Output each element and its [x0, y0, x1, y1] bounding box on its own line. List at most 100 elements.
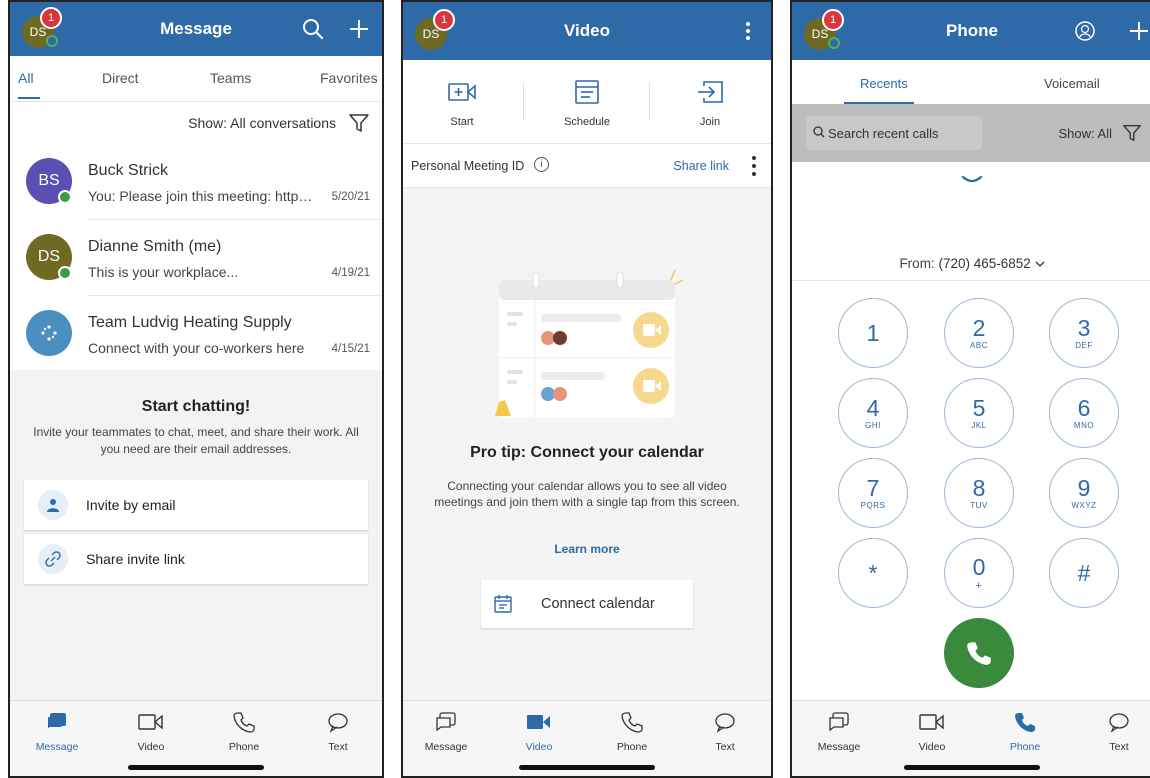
share-link-button[interactable]: Share link [673, 159, 729, 173]
key-digit: 9 [1077, 475, 1091, 501]
nav-label: Message [424, 741, 468, 753]
conversation-row[interactable]: BS Buck Strick You: Please join this mee… [10, 144, 382, 220]
more-vertical-icon[interactable] [733, 16, 763, 46]
nav-label: Text [328, 741, 348, 753]
profile-avatar[interactable]: DS 1 [22, 7, 62, 50]
dialpad-key-2[interactable]: 2 ABC [944, 298, 1014, 368]
dialpad-key-star[interactable]: * [838, 538, 908, 608]
key-letters: + [975, 579, 983, 592]
conversation-filter[interactable]: Show: All conversations [10, 102, 382, 144]
conversation-row[interactable]: Team Ludvig Heating Supply Connect with … [10, 296, 382, 372]
nav-video[interactable]: Video [504, 709, 574, 753]
tip-title: Pro tip: Connect your calendar [470, 444, 704, 461]
dialpad-key-1[interactable]: 1 [838, 298, 908, 368]
search-icon[interactable] [298, 14, 328, 44]
connect-calendar-button[interactable]: Connect calendar [481, 580, 693, 628]
join-meeting-button[interactable]: Join [665, 78, 755, 128]
divider [649, 82, 650, 120]
key-digit: 3 [1077, 315, 1091, 341]
plus-icon[interactable] [344, 14, 374, 44]
dialpad-key-5[interactable]: 5 JKL [944, 378, 1014, 448]
nav-video[interactable]: Video [116, 709, 186, 753]
bottom-nav: Message Video Phone Text [792, 700, 1150, 776]
phone-icon [967, 642, 991, 665]
show-filter[interactable]: Show: All [1059, 126, 1112, 141]
nav-text[interactable]: Text [303, 709, 373, 753]
home-indicator [519, 765, 655, 770]
nav-label: Phone [228, 741, 260, 753]
notification-badge: 1 [433, 9, 455, 31]
nav-message[interactable]: Message [804, 709, 874, 753]
filter-icon[interactable] [1122, 123, 1142, 143]
dialpad-key-0[interactable]: 0 + [944, 538, 1014, 608]
voicemail-greeting-icon[interactable] [1070, 16, 1100, 46]
tab-teams[interactable]: Teams [210, 70, 251, 86]
filter-icon[interactable] [348, 112, 370, 134]
dialpad-key-4[interactable]: 4 GHI [838, 378, 908, 448]
dialpad-key-hash[interactable]: # [1049, 538, 1119, 608]
schedule-meeting-button[interactable]: Schedule [542, 78, 632, 128]
dialpad-key-7[interactable]: 7 PQRS [838, 458, 908, 528]
dialpad-key-9[interactable]: 9 WXYZ [1049, 458, 1119, 528]
active-tab-indicator [18, 97, 40, 99]
chevron-down-icon[interactable] [792, 172, 1150, 190]
text-bubble-icon [303, 709, 373, 735]
team-icon [26, 310, 72, 356]
tab-all[interactable]: All [18, 70, 34, 86]
profile-avatar[interactable]: DS 1 [415, 9, 455, 52]
share-invite-link-button[interactable]: Share invite link [24, 534, 368, 584]
key-digit: # [1077, 560, 1091, 586]
personal-meeting-id-row: Personal Meeting ID i Share link [403, 144, 771, 188]
key-letters: PQRS [860, 501, 886, 510]
key-letters: ABC [970, 341, 988, 350]
caller-id-selector[interactable]: From: (720) 465-6852 [792, 256, 1150, 271]
conversation-date: 4/19/21 [331, 267, 370, 279]
nav-label: Text [1109, 741, 1129, 753]
tab-recents[interactable]: Recents [860, 76, 908, 91]
nav-phone[interactable]: Phone [209, 709, 279, 753]
info-icon[interactable]: i [534, 157, 549, 172]
nav-phone[interactable]: Phone [990, 709, 1060, 753]
dialpad-key-8[interactable]: 8 TUV [944, 458, 1014, 528]
link-icon [38, 544, 68, 574]
search-icon [813, 126, 825, 138]
tab-direct[interactable]: Direct [102, 70, 139, 86]
plus-icon[interactable] [1124, 16, 1150, 46]
join-icon [665, 78, 755, 106]
profile-avatar[interactable]: DS 1 [804, 9, 844, 52]
nav-label: Phone [616, 741, 648, 753]
key-letters: GHI [865, 421, 881, 430]
conversation-preview: You: Please join this meeting: https://m… [88, 188, 318, 204]
nav-label: Video [137, 741, 165, 753]
pmi-label: Personal Meeting ID [411, 159, 525, 173]
nav-message[interactable]: Message [22, 709, 92, 753]
call-button[interactable] [944, 618, 1014, 688]
from-label: From: [899, 256, 935, 271]
schedule-icon [542, 78, 632, 106]
video-screen: Video DS 1 Start Schedule Join Personal … [401, 0, 773, 778]
calendar-icon [494, 595, 512, 613]
key-digit: 7 [866, 475, 880, 501]
nav-text[interactable]: Text [690, 709, 760, 753]
nav-phone[interactable]: Phone [597, 709, 667, 753]
dialpad-key-3[interactable]: 3 DEF [1049, 298, 1119, 368]
search-input[interactable]: Search recent calls [806, 116, 982, 150]
dialpad-key-6[interactable]: 6 MNO [1049, 378, 1119, 448]
nav-text[interactable]: Text [1084, 709, 1150, 753]
nav-message[interactable]: Message [411, 709, 481, 753]
more-vertical-icon[interactable] [751, 154, 757, 178]
tab-voicemail[interactable]: Voicemail [1044, 76, 1100, 91]
video-actions: Start Schedule Join [403, 60, 771, 144]
connect-calendar-label: Connect calendar [541, 596, 655, 612]
nav-video[interactable]: Video [897, 709, 967, 753]
invite-by-email-button[interactable]: Invite by email [24, 480, 368, 530]
start-meeting-button[interactable]: Start [417, 78, 507, 128]
tab-favorites[interactable]: Favorites [320, 70, 378, 86]
conversation-row[interactable]: DS Dianne Smith (me) This is your workpl… [10, 220, 382, 296]
invite-email-label: Invite by email [86, 497, 176, 513]
action-label: Join [699, 116, 721, 128]
bottom-nav: Message Video Phone Text [10, 700, 382, 776]
phone-header: Phone DS 1 [792, 2, 1150, 60]
video-header: Video DS 1 [403, 2, 771, 60]
learn-more-link[interactable]: Learn more [403, 542, 771, 556]
